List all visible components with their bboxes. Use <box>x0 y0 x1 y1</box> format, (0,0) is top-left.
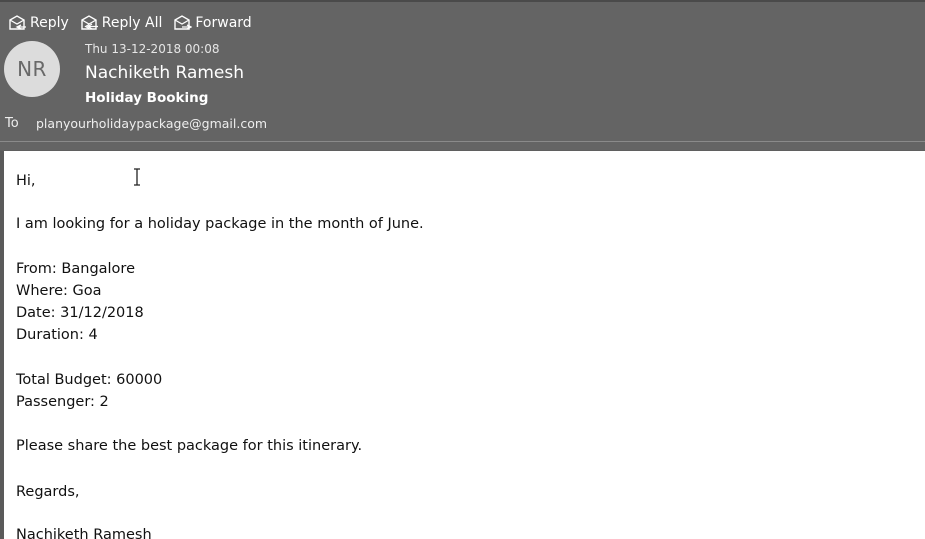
message-body[interactable]: Hi, I am looking for a holiday package i… <box>4 151 925 539</box>
reply-all-icon <box>81 15 98 30</box>
body-greeting: Hi, <box>16 173 36 189</box>
reply-label: Reply <box>30 14 69 31</box>
reply-button[interactable]: Reply <box>8 14 69 31</box>
forward-label: Forward <box>195 14 252 31</box>
body-from: From: Bangalore <box>16 261 135 277</box>
reply-all-button[interactable]: Reply All <box>80 14 163 31</box>
message-actions-toolbar: Reply Reply All Forward <box>8 14 263 31</box>
to-label: To <box>5 116 19 131</box>
body-closing: Regards, <box>16 484 80 500</box>
body-duration: Duration: 4 <box>16 327 98 343</box>
recipient-address[interactable]: planyourholidaypackage@gmail.com <box>36 116 267 131</box>
body-budget: Total Budget: 60000 <box>16 372 163 388</box>
body-intro: I am looking for a holiday package in th… <box>16 216 424 232</box>
message-subject: Holiday Booking <box>85 90 209 106</box>
forward-button[interactable]: Forward <box>173 14 252 31</box>
reply-all-label: Reply All <box>101 14 163 31</box>
message-header: Reply Reply All Forward NR Thu 13-12-201… <box>0 0 925 150</box>
forward-icon <box>174 15 193 30</box>
body-request: Please share the best package for this i… <box>16 438 363 454</box>
sender-name[interactable]: Nachiketh Ramesh <box>85 63 244 83</box>
sender-avatar: NR <box>4 41 60 97</box>
message-date: Thu 13-12-2018 00:08 <box>85 42 220 56</box>
header-divider <box>0 141 925 142</box>
body-passenger: Passenger: 2 <box>16 394 109 410</box>
top-border <box>0 0 925 2</box>
reply-icon <box>9 15 26 30</box>
body-signature: Nachiketh Ramesh <box>16 527 152 539</box>
body-date: Date: 31/12/2018 <box>16 305 144 321</box>
body-where: Where: Goa <box>16 283 102 299</box>
email-reading-pane: Reply Reply All Forward NR Thu 13-12-201… <box>0 0 925 539</box>
text-cursor-icon <box>134 168 140 186</box>
